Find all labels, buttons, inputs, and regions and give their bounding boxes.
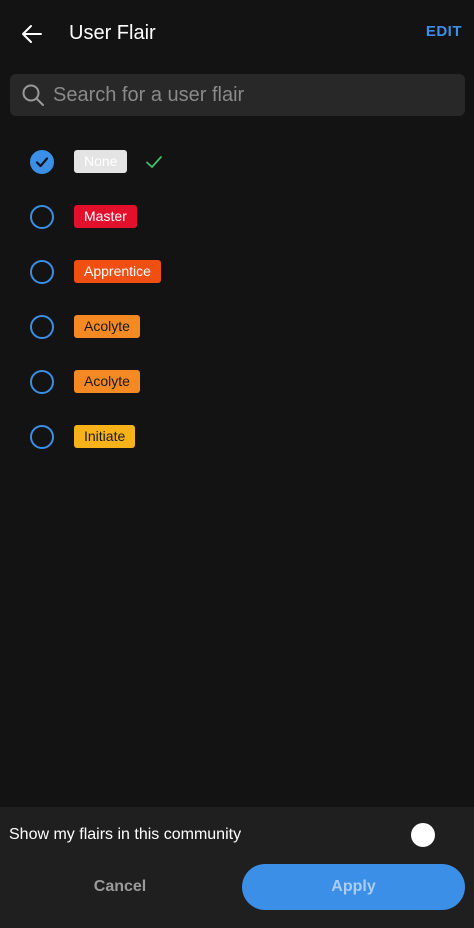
show-flairs-label: Show my flairs in this community: [9, 826, 242, 843]
flair-tag: Apprentice: [74, 260, 161, 283]
back-button[interactable]: [16, 18, 48, 50]
toggle-knob: [411, 823, 435, 847]
bottom-panel: Show my flairs in this community Cancel …: [0, 807, 474, 928]
apply-button[interactable]: Apply: [242, 864, 465, 910]
selected-check-icon: [146, 156, 162, 168]
cancel-button[interactable]: Cancel: [10, 864, 230, 910]
search-icon: [22, 84, 44, 106]
flair-tag: Acolyte: [74, 315, 140, 338]
radio-unchecked[interactable]: [30, 315, 54, 339]
flair-row[interactable]: Acolyte: [0, 299, 474, 354]
flair-tag: Acolyte: [74, 370, 140, 393]
radio-unchecked[interactable]: [30, 425, 54, 449]
radio-unchecked[interactable]: [30, 205, 54, 229]
flair-row[interactable]: Master: [0, 189, 474, 244]
flair-row[interactable]: Initiate: [0, 409, 474, 464]
flair-row[interactable]: Apprentice: [0, 244, 474, 299]
header: User Flair EDIT: [0, 0, 474, 66]
flair-tag: None: [74, 150, 128, 173]
user-flair-screen: User Flair EDIT None Master Apprentice Acol…: [0, 0, 474, 928]
radio-unchecked[interactable]: [30, 260, 54, 284]
flair-tag: Master: [74, 205, 137, 228]
radio-unchecked[interactable]: [30, 370, 54, 394]
checkmark-icon: [35, 157, 49, 168]
search-bar[interactable]: [10, 74, 465, 116]
arrow-left-icon: [22, 25, 42, 43]
show-flairs-toggle[interactable]: [408, 821, 440, 849]
search-input[interactable]: [53, 74, 453, 116]
radio-checked[interactable]: [30, 150, 54, 174]
edit-button[interactable]: EDIT: [426, 23, 462, 40]
page-title: User Flair: [69, 22, 156, 44]
flair-row[interactable]: Acolyte: [0, 354, 474, 409]
flair-row[interactable]: None: [0, 134, 474, 189]
flair-list: None Master Apprentice Acolyte Acolyte Initia…: [0, 134, 474, 464]
flair-tag: Initiate: [74, 425, 136, 448]
